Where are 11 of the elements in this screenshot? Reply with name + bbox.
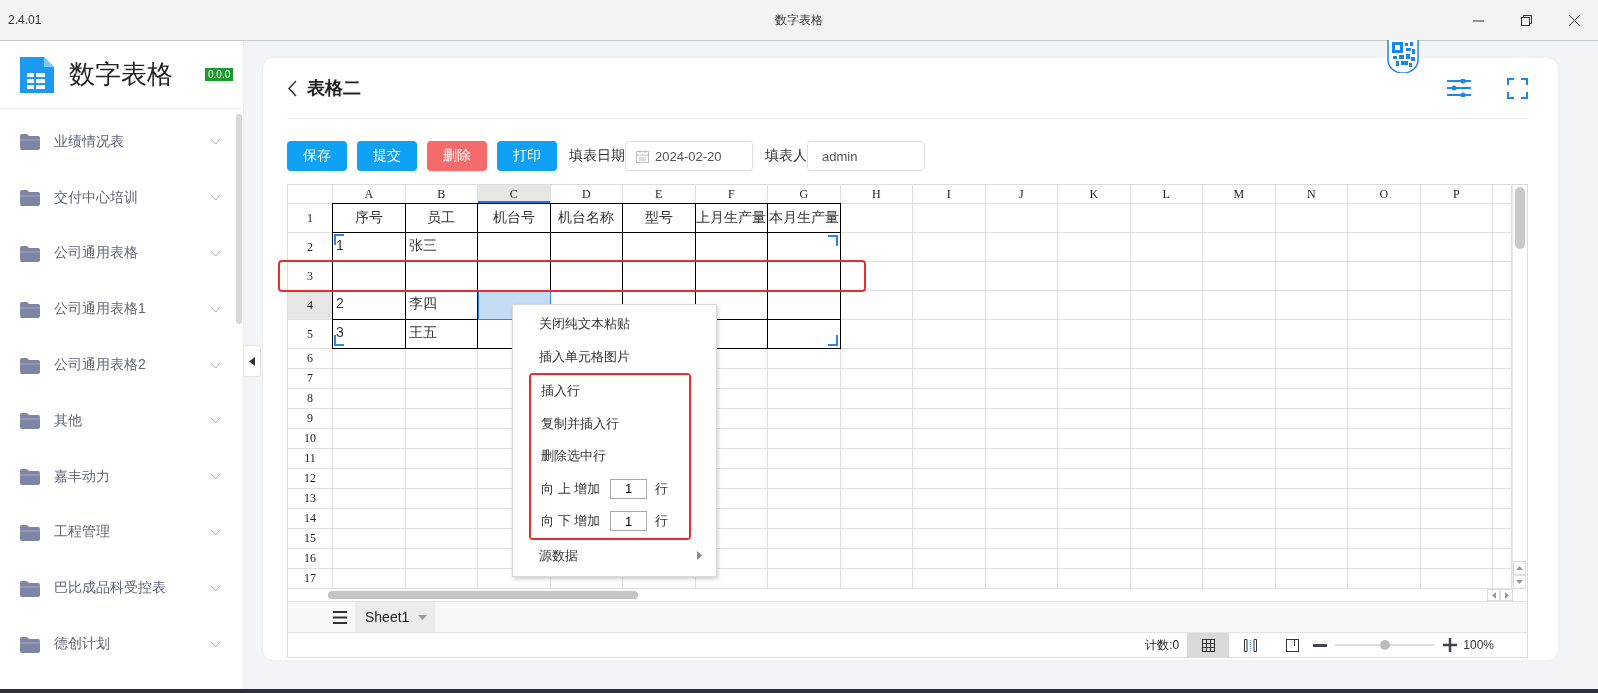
version-badge: 0.0.0: [205, 68, 234, 81]
count-label: 计数:0: [1145, 636, 1180, 654]
date-label: 填表日期: [569, 147, 625, 165]
app-name: 数字表格: [69, 58, 173, 91]
unit-label: 行: [655, 479, 669, 498]
unit-label: 行: [655, 512, 669, 531]
window-title: 数字表格: [775, 11, 823, 29]
filler-label: 填表人: [765, 147, 807, 165]
app-version: 2.4.01: [8, 13, 42, 27]
zoom-reading: 100%: [1463, 638, 1494, 652]
page-title: 表格二: [307, 77, 361, 100]
